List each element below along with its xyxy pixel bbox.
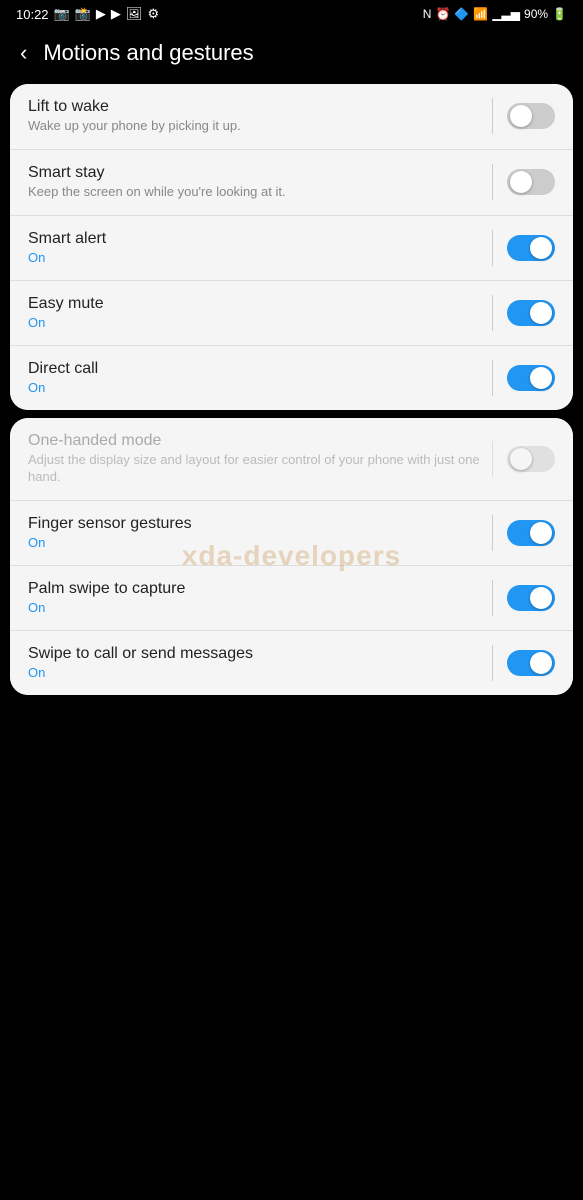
bluetooth-icon: 🔷 xyxy=(454,7,469,21)
one-handed-toggle[interactable] xyxy=(507,446,555,472)
list-item[interactable]: Easy mute On xyxy=(10,281,573,346)
settings-icon: ⚙ xyxy=(147,6,159,22)
nfc-icon: N xyxy=(423,7,432,21)
smart-stay-toggle[interactable] xyxy=(507,169,555,195)
setting-status: On xyxy=(28,665,482,680)
camera-icon: 📷 xyxy=(54,6,70,22)
finger-sensor-toggle[interactable] xyxy=(507,520,555,546)
smart-alert-toggle[interactable] xyxy=(507,235,555,261)
setting-text-smart-alert: Smart alert On xyxy=(28,230,482,265)
setting-text-direct-call: Direct call On xyxy=(28,360,482,395)
setting-text-finger-sensor: Finger sensor gestures On xyxy=(28,515,482,550)
toggle-knob xyxy=(530,587,552,609)
card-2-wrapper: One-handed mode Adjust the display size … xyxy=(10,418,573,695)
divider xyxy=(492,98,493,134)
list-item[interactable]: Finger sensor gestures On xyxy=(10,501,573,566)
toggle-knob xyxy=(530,522,552,544)
setting-title: Smart stay xyxy=(28,164,482,182)
setting-title: Finger sensor gestures xyxy=(28,515,482,533)
alarm-icon: ⏰ xyxy=(435,7,450,21)
list-item[interactable]: One-handed mode Adjust the display size … xyxy=(10,418,573,501)
divider xyxy=(492,295,493,331)
toggle-knob xyxy=(530,367,552,389)
battery-percent: 90% xyxy=(524,7,548,21)
setting-subtitle: Wake up your phone by picking it up. xyxy=(28,118,482,135)
setting-status: On xyxy=(28,600,482,615)
setting-title: One-handed mode xyxy=(28,432,482,450)
page-header: ‹ Motions and gestures xyxy=(0,26,583,84)
toggle-knob xyxy=(510,105,532,127)
divider xyxy=(492,580,493,616)
divider xyxy=(492,230,493,266)
list-item[interactable]: Palm swipe to capture On xyxy=(10,566,573,631)
setting-subtitle: Keep the screen on while you're looking … xyxy=(28,184,482,201)
setting-text-lift-to-wake: Lift to wake Wake up your phone by picki… xyxy=(28,98,482,135)
wifi-icon: ▁▃▅ xyxy=(492,7,520,21)
setting-text-easy-mute: Easy mute On xyxy=(28,295,482,330)
toggle-knob xyxy=(530,302,552,324)
list-item[interactable]: Swipe to call or send messages On xyxy=(10,631,573,695)
battery-icon: 🔋 xyxy=(552,7,567,21)
setting-status: On xyxy=(28,250,482,265)
direct-call-toggle[interactable] xyxy=(507,365,555,391)
lift-to-wake-toggle[interactable] xyxy=(507,103,555,129)
setting-status: On xyxy=(28,315,482,330)
easy-mute-toggle[interactable] xyxy=(507,300,555,326)
setting-title: Easy mute xyxy=(28,295,482,313)
time: 10:22 xyxy=(16,7,49,22)
content-area: Lift to wake Wake up your phone by picki… xyxy=(0,84,583,695)
divider xyxy=(492,164,493,200)
toggle-knob xyxy=(530,237,552,259)
signal-icon: 📶 xyxy=(473,7,488,21)
setting-subtitle: Adjust the display size and layout for e… xyxy=(28,452,482,486)
divider xyxy=(492,360,493,396)
divider xyxy=(492,441,493,477)
divider xyxy=(492,515,493,551)
photo-icon: 🖼 xyxy=(126,6,143,22)
setting-title: Direct call xyxy=(28,360,482,378)
status-bar: 10:22 📷 📸 ▶ ▶ 🖼 ⚙ N ⏰ 🔷 📶 ▁▃▅ 90% 🔋 xyxy=(0,0,583,26)
setting-title: Swipe to call or send messages xyxy=(28,645,482,663)
setting-status: On xyxy=(28,535,482,550)
setting-text-smart-stay: Smart stay Keep the screen on while you'… xyxy=(28,164,482,201)
setting-title: Smart alert xyxy=(28,230,482,248)
status-right: N ⏰ 🔷 📶 ▁▃▅ 90% 🔋 xyxy=(423,7,567,21)
setting-text-palm-swipe: Palm swipe to capture On xyxy=(28,580,482,615)
play-icon: ▶ xyxy=(96,6,106,22)
swipe-call-toggle[interactable] xyxy=(507,650,555,676)
status-left: 10:22 📷 📸 ▶ ▶ 🖼 ⚙ xyxy=(16,6,159,22)
list-item[interactable]: Direct call On xyxy=(10,346,573,410)
card-2: One-handed mode Adjust the display size … xyxy=(10,418,573,695)
setting-text-swipe-call: Swipe to call or send messages On xyxy=(28,645,482,680)
card-1: Lift to wake Wake up your phone by picki… xyxy=(10,84,573,410)
setting-title: Lift to wake xyxy=(28,98,482,116)
back-button[interactable]: ‹ xyxy=(16,36,31,70)
instagram-icon: 📸 xyxy=(75,6,91,22)
setting-title: Palm swipe to capture xyxy=(28,580,482,598)
setting-text-one-handed: One-handed mode Adjust the display size … xyxy=(28,432,482,486)
setting-status: On xyxy=(28,380,482,395)
list-item[interactable]: Lift to wake Wake up your phone by picki… xyxy=(10,84,573,150)
list-item[interactable]: Smart alert On xyxy=(10,216,573,281)
page-title: Motions and gestures xyxy=(43,40,253,66)
play2-icon: ▶ xyxy=(111,6,121,22)
list-item[interactable]: Smart stay Keep the screen on while you'… xyxy=(10,150,573,216)
toggle-knob xyxy=(510,448,532,470)
toggle-knob xyxy=(530,652,552,674)
divider xyxy=(492,645,493,681)
toggle-knob xyxy=(510,171,532,193)
palm-swipe-toggle[interactable] xyxy=(507,585,555,611)
